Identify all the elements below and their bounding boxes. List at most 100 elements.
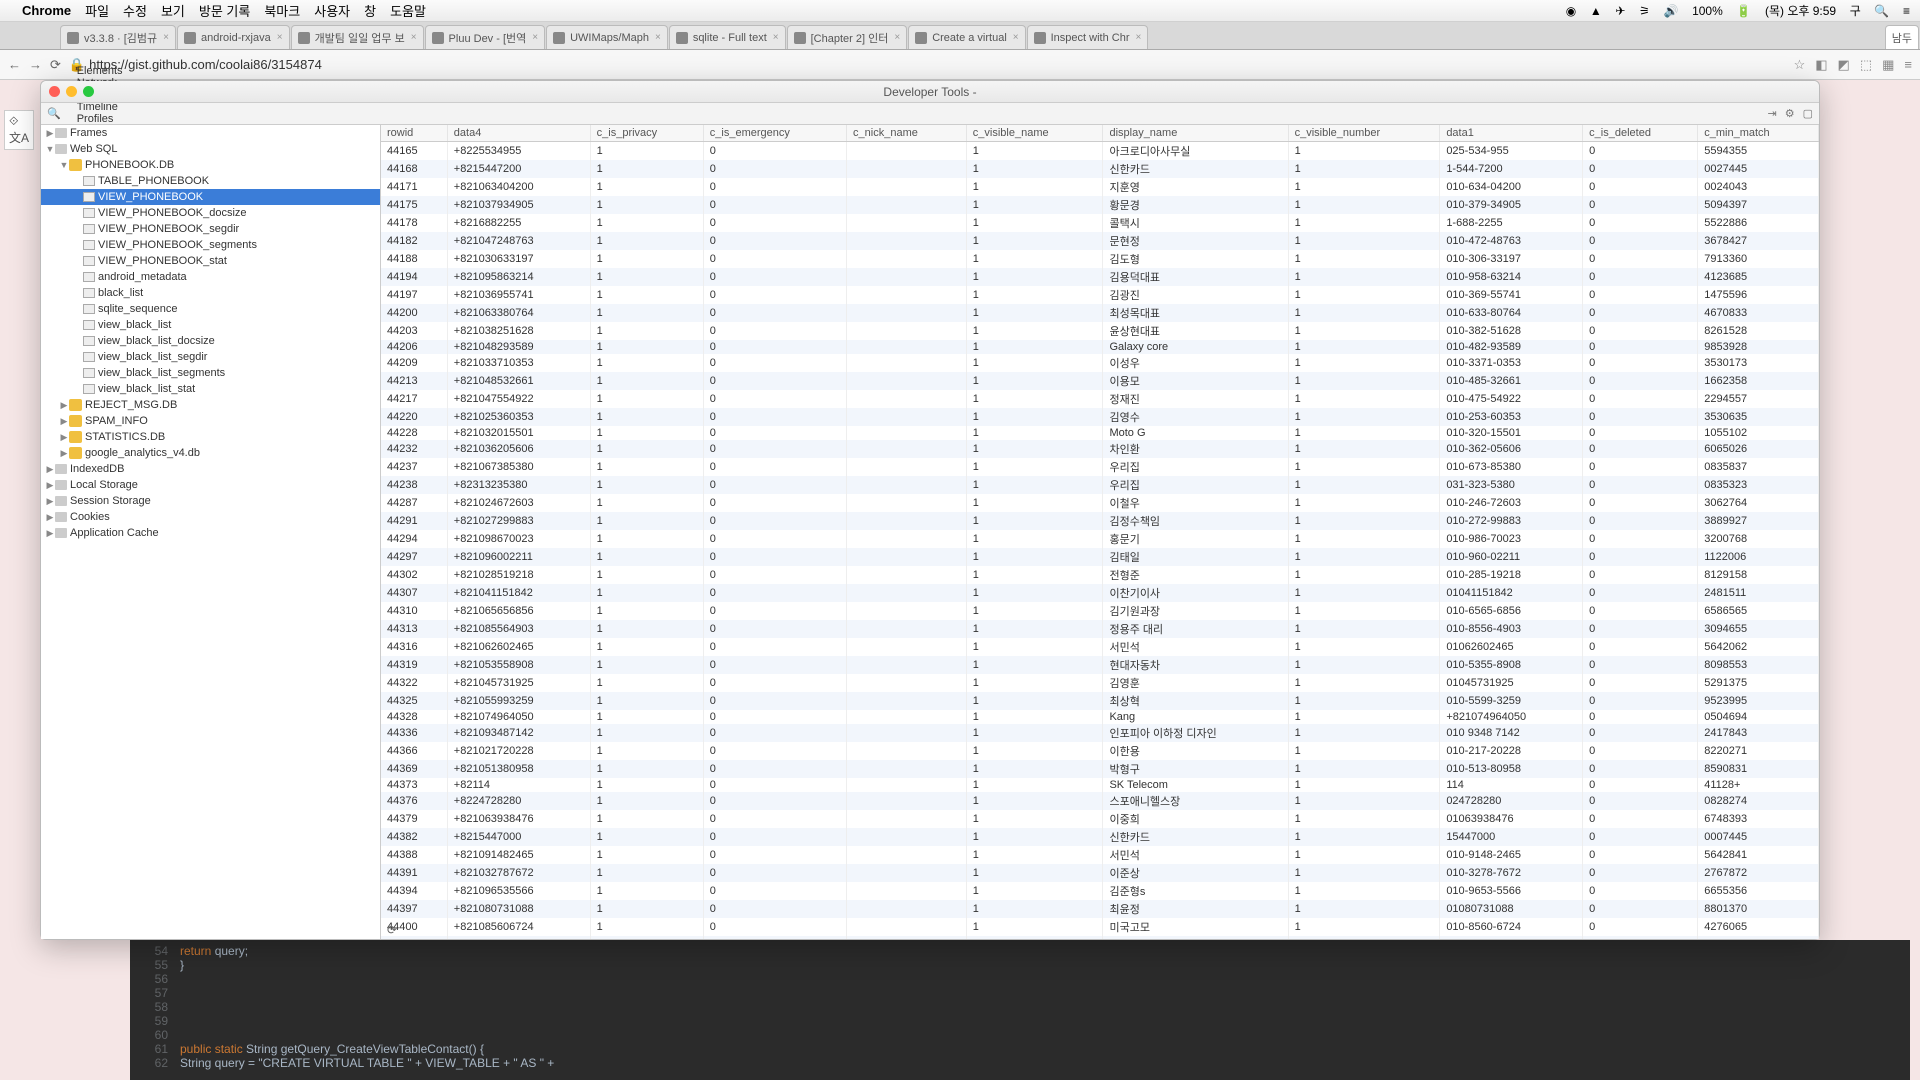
column-header[interactable]: c_is_emergency [703,125,846,142]
table-row[interactable]: 44171+821063404200101지훈영1010-634-0420000… [381,178,1819,196]
table-row[interactable]: 44382+8215447000101신한카드11544700000007445 [381,828,1819,846]
menu-window[interactable]: 창 [364,1,376,20]
profile-button[interactable]: 남두 [1885,25,1919,49]
table-row[interactable]: 44203+821038251628101윤상현대표1010-382-51628… [381,322,1819,340]
tree-table[interactable]: VIEW_PHONEBOOK_stat [41,253,380,269]
disclosure-icon[interactable]: ▶ [45,496,55,507]
ime-indicator[interactable]: 구 [1850,4,1861,18]
table-row[interactable]: 44336+821093487142101인포피아 이하정 디자인1010 93… [381,724,1819,742]
settings-icon[interactable]: ⚙ [1785,107,1795,120]
status-icon[interactable]: ▲ [1590,4,1602,18]
menu-history[interactable]: 방문 기록 [199,1,250,20]
devtools-tab-elements[interactable]: Elements [69,65,140,77]
tree-table[interactable]: view_black_list_docsize [41,333,380,349]
table-row[interactable]: 44369+821051380958101박형구1010-513-8095808… [381,760,1819,778]
tree-websql[interactable]: ▼Web SQL [41,141,380,157]
column-header[interactable]: data1 [1440,125,1583,142]
close-tab-icon[interactable]: × [163,32,169,43]
table-row[interactable]: 44213+821048532661101이용모1010-485-3266101… [381,372,1819,390]
table-row[interactable]: 44287+821024672603101이철우1010-246-7260303… [381,494,1819,512]
tree-category[interactable]: ▶Cookies [41,509,380,525]
table-row[interactable]: 44366+821021720228101이한용1010-217-2022808… [381,742,1819,760]
code-line[interactable]: 54 return query; [130,944,1910,958]
menu-file[interactable]: 파일 [85,1,109,20]
table-row[interactable]: 44182+821047248763101문현정1010-472-4876303… [381,232,1819,250]
menu-view[interactable]: 보기 [161,1,185,20]
disclosure-icon[interactable]: ▶ [45,528,55,539]
code-line[interactable]: 62 String query = "CREATE VIRTUAL TABLE … [130,1056,1910,1070]
table-row[interactable]: 44168+8215447200101신한카드11-544-7200000274… [381,160,1819,178]
notifications-icon[interactable]: ≡ [1903,4,1910,18]
table-row[interactable]: 44328+821074964050101Kang1+8210749640500… [381,710,1819,724]
window-controls[interactable] [49,86,94,97]
tree-category[interactable]: ▶IndexedDB [41,461,380,477]
table-row[interactable]: 44322+821045731925101김영훈1010457319250529… [381,674,1819,692]
disclosure-icon[interactable]: ▼ [45,144,55,154]
table-row[interactable]: 44379+821063938476101이중희1010639384760674… [381,810,1819,828]
browser-tab[interactable]: Inspect with Chr× [1027,25,1149,49]
tree-table[interactable]: android_metadata [41,269,380,285]
devtools-tab-profiles[interactable]: Profiles [69,113,140,125]
column-header[interactable]: data4 [447,125,590,142]
data-grid[interactable]: rowiddata4c_is_privacyc_is_emergencyc_ni… [381,125,1819,939]
tree-table[interactable]: VIEW_PHONEBOOK_docsize [41,205,380,221]
back-button[interactable]: ← [8,57,21,72]
tree-table[interactable]: VIEW_PHONEBOOK_segments [41,237,380,253]
table-row[interactable]: 44200+821063380764101최성목대표1010-633-80764… [381,304,1819,322]
close-tab-icon[interactable]: × [655,32,661,43]
code-line[interactable]: 60 [130,1028,1910,1042]
code-line[interactable]: 61 public static String getQuery_CreateV… [130,1042,1910,1056]
tree-frames[interactable]: ▶Frames [41,125,380,141]
table-row[interactable]: 44310+821065656856101김기원과장1010-6565-6856… [381,602,1819,620]
status-icon[interactable]: ✈ [1615,4,1625,18]
close-tab-icon[interactable]: × [411,32,417,43]
clock[interactable]: (목) 오후 9:59 [1765,4,1836,18]
table-row[interactable]: 44175+821037934905101황문경1010-379-3490505… [381,196,1819,214]
code-line[interactable]: 59 [130,1014,1910,1028]
table-row[interactable]: 44391+821032787672101이준상1010-3278-767202… [381,864,1819,882]
ext-icon[interactable]: ◩ [1838,57,1850,73]
reload-button[interactable]: ⟳ [50,57,61,73]
tree-category[interactable]: ▶Local Storage [41,477,380,493]
tree-db[interactable]: ▶SPAM_INFO [41,413,380,429]
browser-tab[interactable]: android-rxjava× [177,25,290,49]
table-row[interactable]: 44376+8224728280101스포애니헬스장10247282800082… [381,792,1819,810]
table-row[interactable]: 44325+821055993259101최상혁1010-5599-325909… [381,692,1819,710]
disclosure-icon[interactable]: ▶ [45,512,55,523]
status-icon[interactable]: ◉ [1566,4,1576,18]
code-line[interactable]: 58 [130,1000,1910,1014]
table-row[interactable]: 44388+821091482465101서민석1010-9148-246505… [381,846,1819,864]
search-icon[interactable]: 🔍 [1874,4,1889,18]
ext-icon[interactable]: ◧ [1815,57,1827,73]
menu-bookmarks[interactable]: 북마크 [264,1,300,20]
menu-icon[interactable]: ≡ [1904,57,1912,73]
close-tab-icon[interactable]: × [1136,32,1142,43]
tree-table[interactable]: TABLE_PHONEBOOK [41,173,380,189]
browser-tab[interactable]: [Chapter 2] 인터× [787,25,908,49]
browser-tab[interactable]: Create a virtual× [908,25,1025,49]
table-row[interactable]: 44232+821036205606101차인환1010-362-0560606… [381,440,1819,458]
tree-table[interactable]: view_black_list_stat [41,381,380,397]
translate-popup[interactable]: ⟐文A [4,110,34,150]
column-header[interactable]: c_nick_name [847,125,967,142]
close-tab-icon[interactable]: × [277,32,283,43]
tree-table[interactable]: view_black_list [41,317,380,333]
dock-icon[interactable]: ▢ [1803,107,1813,120]
column-header[interactable]: c_is_deleted [1583,125,1698,142]
tree-table[interactable]: sqlite_sequence [41,301,380,317]
column-header[interactable]: c_min_match [1698,125,1819,142]
table-row[interactable]: 44188+821030633197101김도형1010-306-3319707… [381,250,1819,268]
close-tab-icon[interactable]: × [1013,32,1019,43]
close-icon[interactable] [49,86,60,97]
table-row[interactable]: 44165+8225534955101아크로디아사무실1025-534-9550… [381,142,1819,161]
table-row[interactable]: 44307+821041151842101이찬기이사10104115184202… [381,584,1819,602]
close-tab-icon[interactable]: × [773,32,779,43]
table-row[interactable]: 44206+821048293589101Galaxy core1010-482… [381,340,1819,354]
column-header[interactable]: c_visible_number [1288,125,1440,142]
tree-table[interactable]: black_list [41,285,380,301]
tree-table[interactable]: view_black_list_segments [41,365,380,381]
drawer-icon[interactable]: ⇥ [1768,107,1777,120]
close-tab-icon[interactable]: × [532,32,538,43]
tree-category[interactable]: ▶Application Cache [41,525,380,541]
devtools-titlebar[interactable]: Developer Tools - [41,81,1819,103]
